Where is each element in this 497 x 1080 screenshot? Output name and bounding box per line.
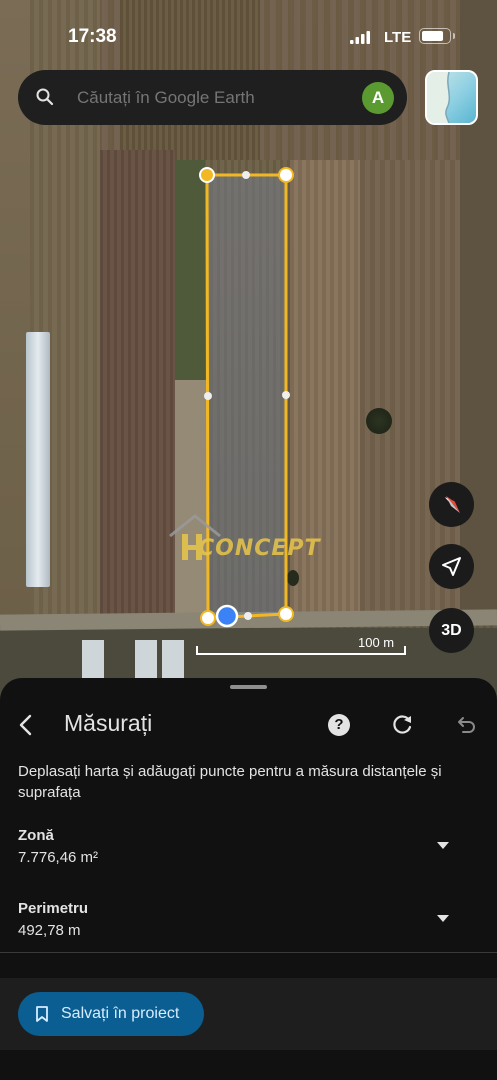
compass-icon [444,496,460,513]
panel-title: Măsurați [64,710,153,736]
battery-tip [453,33,455,39]
drag-handle[interactable] [230,685,267,689]
save-to-project-button[interactable]: Salvați în proiect [18,992,204,1036]
account-avatar[interactable]: A [362,82,394,114]
area-unit-dropdown-icon[interactable] [437,842,449,849]
status-bar: 17:38 LTE [0,0,497,60]
measure-vertex [278,167,294,183]
panel-footer: Salvați în proiect [0,978,497,1050]
back-arrow-icon[interactable] [16,714,38,736]
redo-icon[interactable] [391,714,413,736]
area-label: Zonă [18,827,54,844]
scale-label: 100 m [358,635,395,650]
battery-icon [419,28,451,44]
measure-panel: Măsurați ? Deplasați harta și adăugați p… [0,678,497,1080]
midpoint-handle [282,391,290,399]
status-time: 17:38 [68,26,117,47]
measure-vertex [200,610,216,626]
current-location-dot [215,604,239,628]
signal-strength-icon [350,31,370,44]
help-icon[interactable]: ? [328,714,350,736]
bookmark-icon [36,1006,48,1022]
map-layers-button[interactable] [425,70,478,125]
search-bar[interactable]: A [18,70,407,125]
perimeter-value: 492,78 m [18,922,81,939]
map-thumbnail-icon [427,72,451,123]
save-button-label: Salvați în proiect [61,1005,180,1022]
search-icon [36,88,54,106]
perimeter-label: Perimetru [18,900,89,917]
measure-vertex [199,167,215,183]
watermark-logo: CONCEPT [168,512,338,572]
midpoint-handle [242,171,250,179]
search-input[interactable] [77,70,347,125]
midpoint-handle [244,612,252,620]
home-indicator-area [0,1050,497,1080]
navigation-arrow-icon [442,557,461,576]
area-value: 7.776,46 m² [18,849,99,866]
compass-button[interactable] [429,482,474,527]
network-type: LTE [384,29,412,46]
measure-vertex [278,606,294,622]
toggle-3d-button[interactable]: 3D [429,608,474,653]
my-location-button[interactable] [429,544,474,589]
undo-icon[interactable] [455,715,475,735]
watermark-text: CONCEPT [198,536,321,561]
midpoint-handle [204,392,212,400]
divider [0,952,497,953]
instructions-text: Deplasați harta și adăugați puncte pentr… [18,763,442,801]
perimeter-unit-dropdown-icon[interactable] [437,915,449,922]
